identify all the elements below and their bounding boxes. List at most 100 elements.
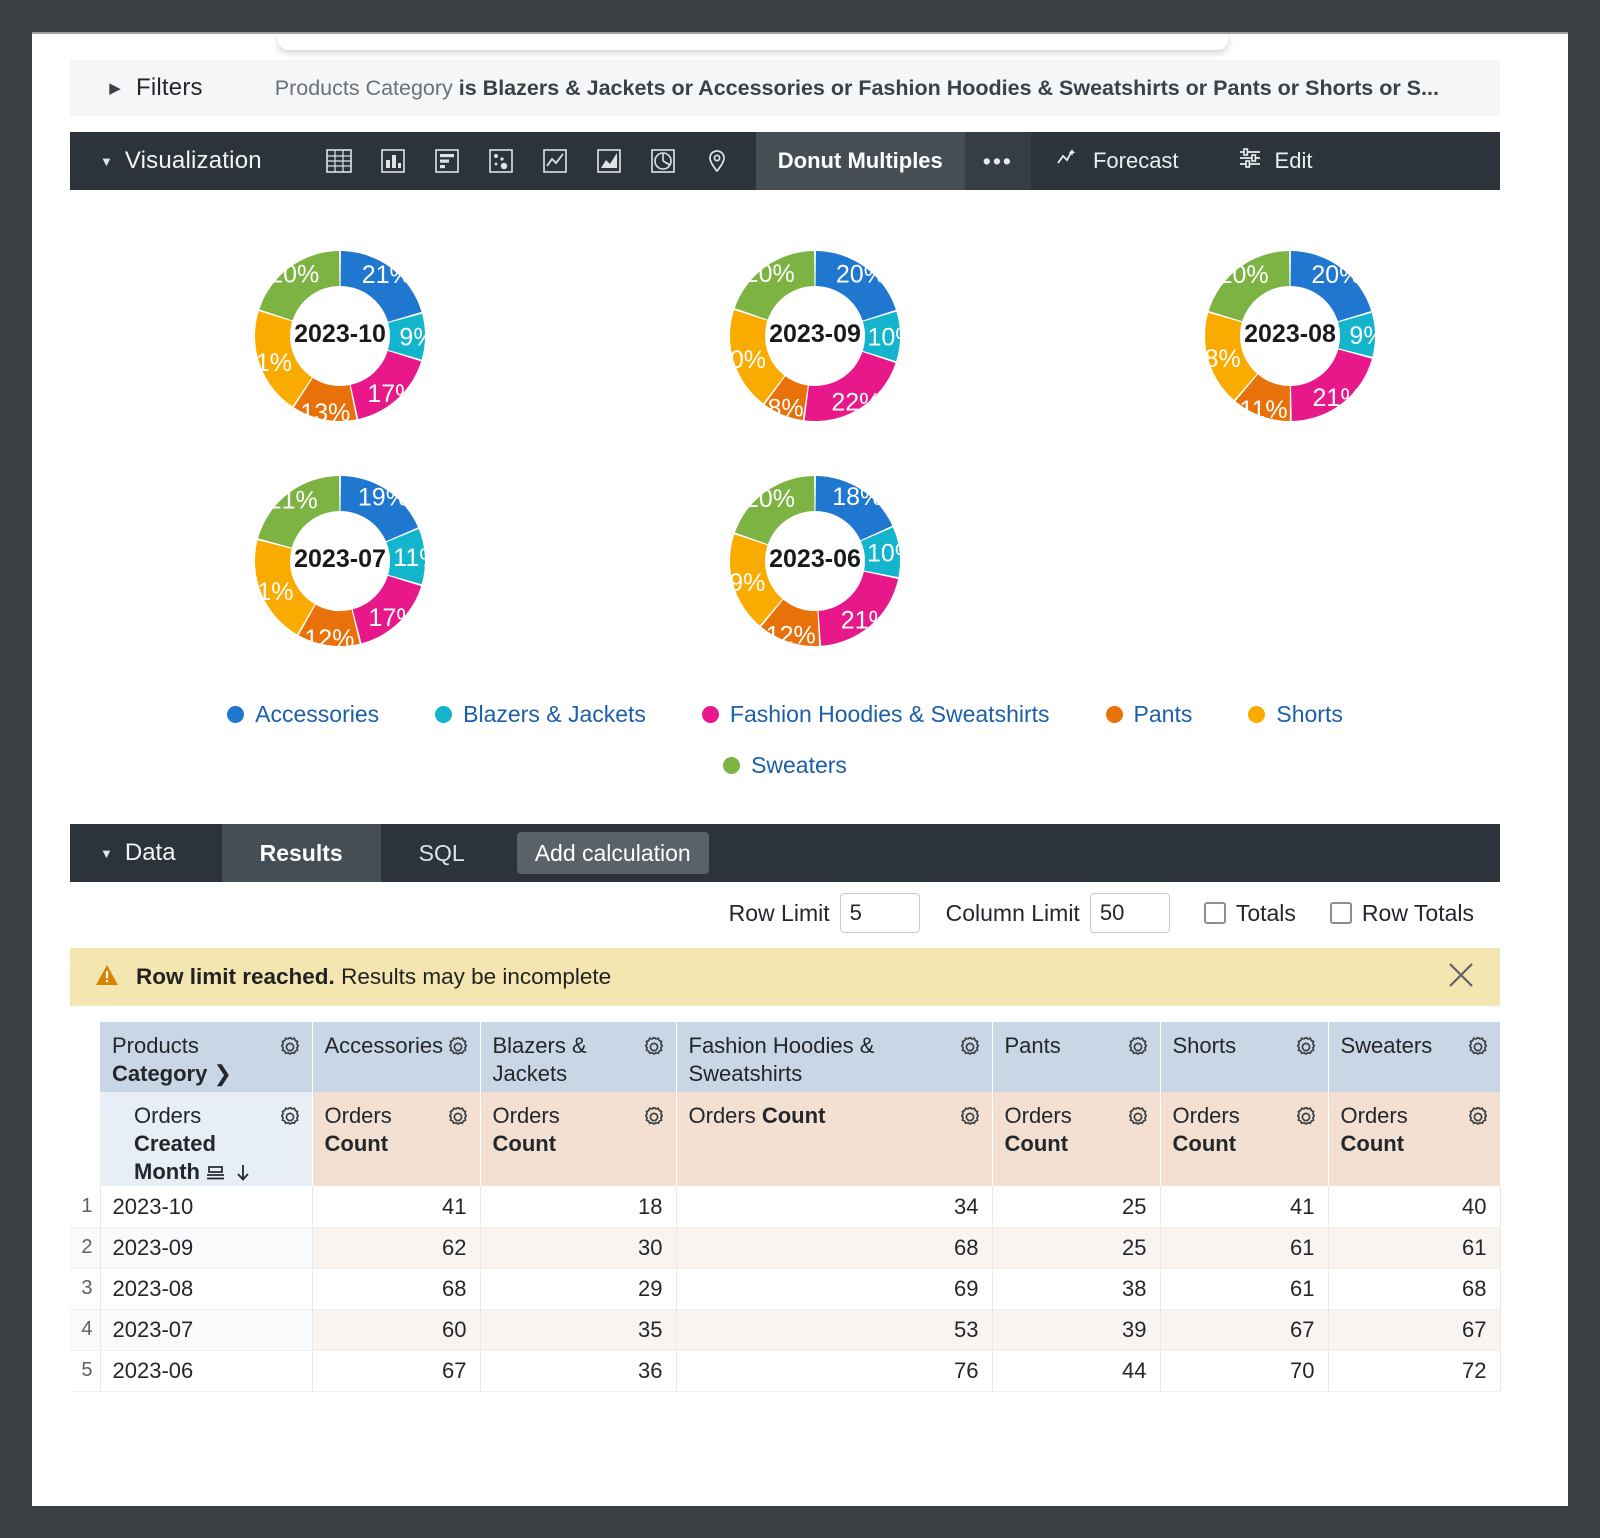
gear-icon[interactable] (1465, 1104, 1491, 1135)
donut-2023-06[interactable]: 18%10%21%12%19%20%2023-06 (695, 451, 935, 671)
gear-icon[interactable] (1465, 1034, 1491, 1065)
table-row[interactable]: 12023-10411834254140 (70, 1186, 1500, 1227)
cell-value-5[interactable]: 72 (1328, 1350, 1500, 1391)
cell-value-1[interactable]: 30 (480, 1227, 676, 1268)
header-group-3[interactable]: Pants (992, 1022, 1160, 1092)
filters-bar[interactable]: ▶ Filters Products Category is Blazers &… (70, 60, 1500, 116)
cell-month[interactable]: 2023-06 (100, 1350, 312, 1391)
cell-value-2[interactable]: 76 (676, 1350, 992, 1391)
legend-item-4[interactable]: Shorts (1248, 701, 1342, 728)
cell-month[interactable]: 2023-09 (100, 1227, 312, 1268)
table-row[interactable]: 42023-07603553396767 (70, 1309, 1500, 1350)
totals-checkbox[interactable] (1204, 902, 1226, 924)
cell-value-5[interactable]: 61 (1328, 1227, 1500, 1268)
cell-value-1[interactable]: 29 (480, 1268, 676, 1309)
donut-2023-07[interactable]: 19%11%17%12%21%21%2023-07 (220, 451, 460, 671)
donut-2023-09[interactable]: 20%10%22%8%20%20%2023-09 (695, 226, 935, 446)
current-visualization-type[interactable]: Donut Multiples (756, 132, 965, 190)
gear-icon[interactable] (1125, 1104, 1151, 1135)
cell-value-0[interactable]: 67 (312, 1350, 480, 1391)
tab-sql[interactable]: SQL (381, 824, 503, 882)
row-totals-checkbox[interactable] (1330, 902, 1352, 924)
gear-icon[interactable] (957, 1034, 983, 1065)
subheader-measure-2[interactable]: Orders Count (676, 1092, 992, 1186)
header-group-1[interactable]: Blazers & Jackets (480, 1022, 676, 1092)
cell-value-2[interactable]: 53 (676, 1309, 992, 1350)
cell-value-2[interactable]: 68 (676, 1227, 992, 1268)
cell-value-0[interactable]: 68 (312, 1268, 480, 1309)
legend-item-5[interactable]: Sweaters (723, 752, 847, 779)
header-group-0[interactable]: Accessories (312, 1022, 480, 1092)
header-group-4[interactable]: Shorts (1160, 1022, 1328, 1092)
donut-2023-08[interactable]: 20%9%21%11%18%20%2023-08 (1170, 226, 1410, 446)
gear-icon[interactable] (1293, 1034, 1319, 1065)
table-icon[interactable] (312, 132, 366, 190)
gear-icon[interactable] (1125, 1034, 1151, 1065)
cell-value-1[interactable]: 36 (480, 1350, 676, 1391)
totals-checkbox-wrap[interactable]: Totals (1204, 900, 1296, 927)
legend-item-2[interactable]: Fashion Hoodies & Sweatshirts (702, 701, 1050, 728)
add-calculation-button[interactable]: Add calculation (517, 832, 709, 874)
row-totals-checkbox-wrap[interactable]: Row Totals (1330, 900, 1474, 927)
chevron-right-icon[interactable]: ❯ (213, 1061, 231, 1086)
cell-value-4[interactable]: 67 (1160, 1309, 1328, 1350)
gear-icon[interactable] (445, 1034, 471, 1065)
bar-chart-icon[interactable] (366, 132, 420, 190)
gear-icon[interactable] (641, 1104, 667, 1135)
column-limit-input[interactable] (1090, 893, 1170, 933)
cell-value-4[interactable]: 41 (1160, 1186, 1328, 1227)
header-group-2[interactable]: Fashion Hoodies & Sweatshirts (676, 1022, 992, 1092)
subheader-measure-1[interactable]: Orders Count (480, 1092, 676, 1186)
gear-icon[interactable] (277, 1104, 303, 1135)
expand-arrow-icon[interactable]: ▶ (98, 79, 132, 97)
table-row[interactable]: 22023-09623068256161 (70, 1227, 1500, 1268)
cell-value-1[interactable]: 35 (480, 1309, 676, 1350)
cell-value-4[interactable]: 61 (1160, 1268, 1328, 1309)
subheader-measure-0[interactable]: Orders Count (312, 1092, 480, 1186)
cell-value-3[interactable]: 39 (992, 1309, 1160, 1350)
table-row[interactable]: 32023-08682969386168 (70, 1268, 1500, 1309)
data-collapse-caret-icon[interactable]: ▼ (100, 846, 113, 861)
cell-value-1[interactable]: 18 (480, 1186, 676, 1227)
subheader-measure-5[interactable]: Orders Count (1328, 1092, 1500, 1186)
subheader-measure-4[interactable]: Orders Count (1160, 1092, 1328, 1186)
gear-icon[interactable] (277, 1034, 303, 1065)
close-icon[interactable] (1444, 958, 1478, 997)
cell-month[interactable]: 2023-08 (100, 1268, 312, 1309)
cell-value-4[interactable]: 61 (1160, 1227, 1328, 1268)
cell-value-4[interactable]: 70 (1160, 1350, 1328, 1391)
gear-icon[interactable] (1293, 1104, 1319, 1135)
tab-results[interactable]: Results (222, 824, 381, 882)
cell-value-0[interactable]: 41 (312, 1186, 480, 1227)
cell-value-3[interactable]: 25 (992, 1186, 1160, 1227)
cell-month[interactable]: 2023-07 (100, 1309, 312, 1350)
line-chart-icon[interactable] (528, 132, 582, 190)
scatter-icon[interactable] (474, 132, 528, 190)
cell-value-3[interactable]: 44 (992, 1350, 1160, 1391)
table-row[interactable]: 52023-06673676447072 (70, 1350, 1500, 1391)
cell-value-5[interactable]: 68 (1328, 1268, 1500, 1309)
cell-value-0[interactable]: 60 (312, 1309, 480, 1350)
subheader-orders-created-month[interactable]: Orders Created Month (100, 1092, 312, 1186)
cell-value-5[interactable]: 67 (1328, 1309, 1500, 1350)
cell-value-3[interactable]: 38 (992, 1268, 1160, 1309)
gear-icon[interactable] (445, 1104, 471, 1135)
forecast-button[interactable]: Forecast (1055, 145, 1179, 177)
edit-button[interactable]: Edit (1237, 145, 1313, 177)
pie-chart-icon[interactable] (636, 132, 690, 190)
cell-month[interactable]: 2023-10 (100, 1186, 312, 1227)
subheader-measure-3[interactable]: Orders Count (992, 1092, 1160, 1186)
donut-2023-10[interactable]: 21%9%17%13%21%20%2023-10 (220, 226, 460, 446)
cell-value-2[interactable]: 69 (676, 1268, 992, 1309)
legend-item-1[interactable]: Blazers & Jackets (435, 701, 646, 728)
cell-value-0[interactable]: 62 (312, 1227, 480, 1268)
legend-item-0[interactable]: Accessories (227, 701, 379, 728)
gear-icon[interactable] (641, 1034, 667, 1065)
cell-value-5[interactable]: 40 (1328, 1186, 1500, 1227)
area-chart-icon[interactable] (582, 132, 636, 190)
cell-value-2[interactable]: 34 (676, 1186, 992, 1227)
gear-icon[interactable] (957, 1104, 983, 1135)
group-rows-icon[interactable] (206, 1159, 234, 1184)
more-options-icon[interactable]: ••• (965, 132, 1031, 190)
header-group-5[interactable]: Sweaters (1328, 1022, 1500, 1092)
